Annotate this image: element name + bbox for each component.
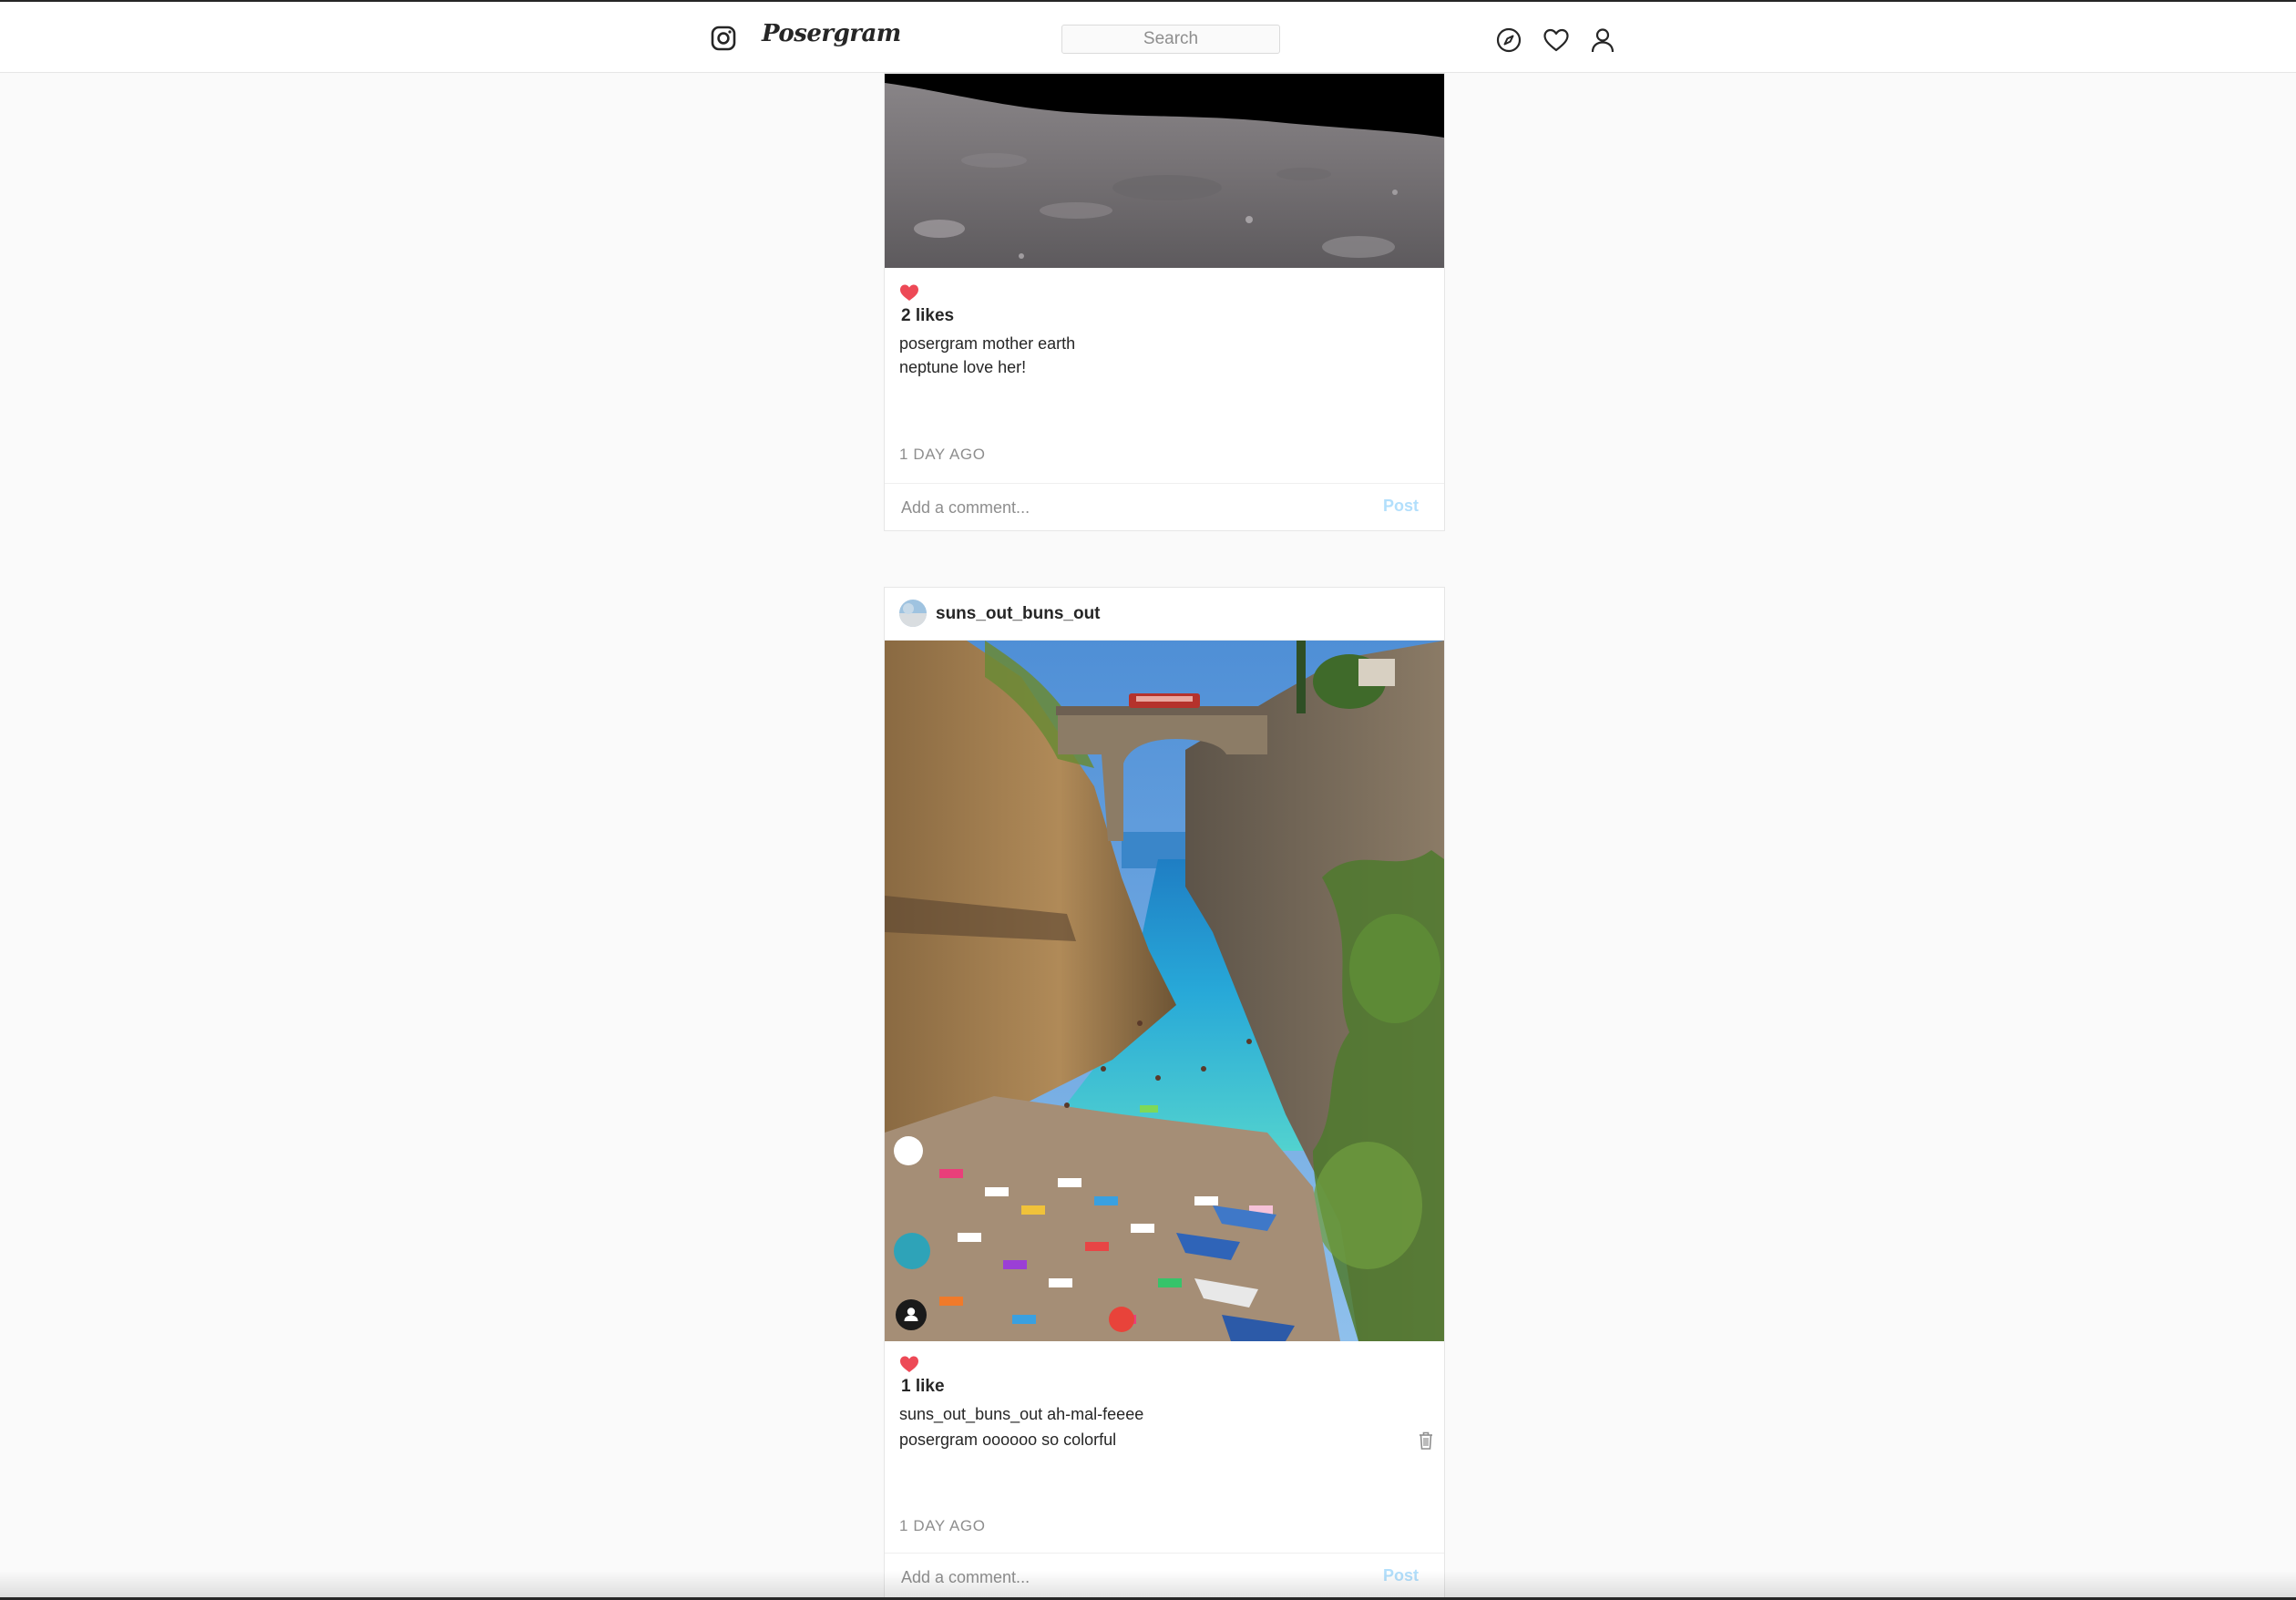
feed-post: suns_out_buns_out 1 like suns_out_buns_o… (884, 587, 1445, 1600)
delete-comment-icon[interactable] (1417, 1431, 1435, 1451)
comment: posergram oooooo so colorful (899, 1431, 1116, 1450)
post-timestamp: 1 DAY AGO (899, 446, 986, 463)
liked-heart-icon[interactable] (899, 1355, 919, 1373)
post-username[interactable]: suns_out_buns_out (936, 604, 1101, 624)
comment-text: oooooo so colorful (982, 1431, 1117, 1449)
likes-count: 1 like (901, 1377, 945, 1396)
add-comment-bar: Post (885, 483, 1444, 530)
comment-text: ah-mal-feeee (1047, 1405, 1144, 1423)
heart-icon[interactable] (1543, 26, 1570, 54)
feed-post: 2 likes posergram mother earth neptune l… (884, 73, 1445, 531)
comment-username[interactable]: suns_out_buns_out (899, 1405, 1042, 1423)
instagram-icon[interactable] (711, 26, 736, 51)
comment-text: love her! (963, 358, 1027, 376)
user-tag-icon (904, 1308, 918, 1321)
comment-username[interactable]: posergram (899, 1431, 978, 1449)
liked-heart-icon[interactable] (899, 283, 919, 302)
post-timestamp: 1 DAY AGO (899, 1517, 986, 1534)
brand-logo[interactable]: Posergram (762, 20, 901, 47)
tagged-people-badge[interactable] (896, 1299, 927, 1330)
top-navigation-bar: Posergram (0, 0, 2296, 73)
post-photo-moon[interactable] (885, 74, 1444, 268)
comment: suns_out_buns_out ah-mal-feeee (899, 1405, 1143, 1424)
likes-count: 2 likes (901, 306, 955, 325)
comment-username[interactable]: posergram (899, 334, 978, 353)
profile-icon[interactable] (1589, 26, 1616, 54)
search-input[interactable] (1061, 25, 1280, 54)
comment-input[interactable] (901, 496, 1338, 519)
post-photo-beach[interactable] (885, 641, 1444, 1341)
post-header: suns_out_buns_out (885, 588, 1444, 641)
window-bottom-shadow (0, 1571, 2296, 1600)
explore-icon[interactable] (1495, 26, 1522, 54)
comment: neptune love her! (899, 358, 1026, 377)
comment: posergram mother earth (899, 334, 1075, 354)
comment-text: mother earth (982, 334, 1076, 353)
comment-username[interactable]: neptune (899, 358, 958, 376)
post-comment-button[interactable]: Post (1383, 497, 1419, 516)
avatar[interactable] (899, 600, 927, 627)
